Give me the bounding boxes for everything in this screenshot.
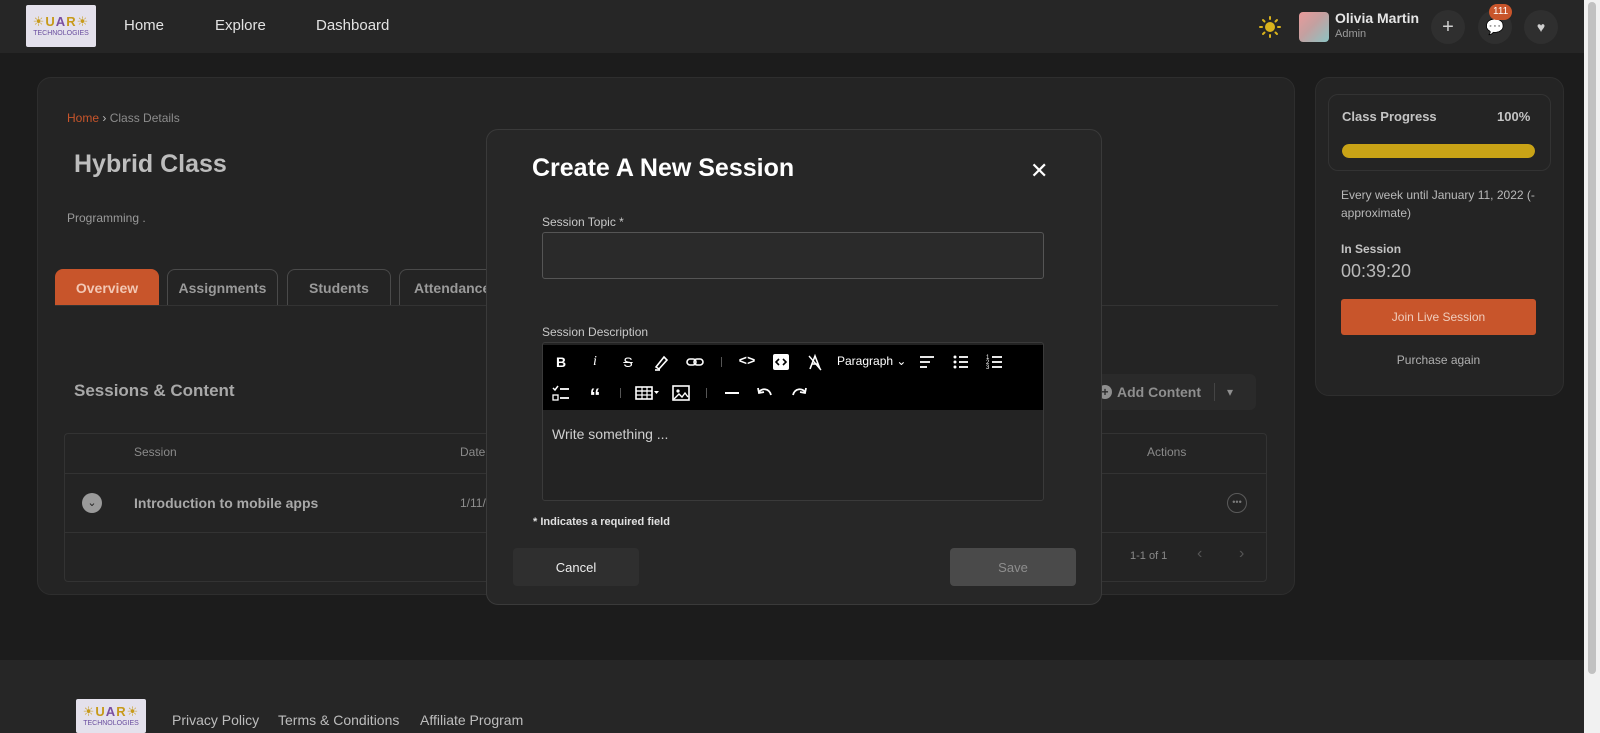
code-block-icon[interactable] xyxy=(771,352,791,372)
tab-students[interactable]: Students xyxy=(287,269,391,305)
logo-text: A xyxy=(55,13,67,29)
session-topic-input[interactable] xyxy=(542,232,1044,279)
class-subject: Programming . xyxy=(67,211,146,225)
join-live-session-button[interactable]: Join Live Session xyxy=(1341,299,1536,335)
table-row-title: Introduction to mobile apps xyxy=(134,495,319,511)
heart-icon: ♥ xyxy=(1536,19,1546,35)
breadcrumb-home-link[interactable]: Home xyxy=(67,111,99,125)
breadcrumb: Home › Class Details xyxy=(67,111,180,125)
italic-icon[interactable]: i xyxy=(585,352,605,372)
scrollbar-thumb[interactable] xyxy=(1588,2,1596,674)
footer-link-affiliate[interactable]: Affiliate Program xyxy=(420,712,523,728)
chevron-down-icon: ⌄ xyxy=(896,354,907,368)
paragraph-label: Paragraph xyxy=(837,354,894,368)
image-icon[interactable] xyxy=(671,383,691,403)
logo-subtext: TECHNOLOGIES xyxy=(83,719,139,727)
blockquote-icon[interactable]: “ xyxy=(585,383,605,409)
align-left-icon[interactable] xyxy=(917,352,937,372)
user-name[interactable]: Olivia Martin xyxy=(1335,10,1419,26)
bullet-list-icon[interactable] xyxy=(951,352,971,372)
progress-bar-fill xyxy=(1342,144,1535,158)
brand-logo[interactable]: ☀UAR☀ TECHNOLOGIES xyxy=(26,5,96,47)
session-description-label: Session Description xyxy=(542,325,649,339)
footer-link-terms[interactable]: Terms & Conditions xyxy=(278,712,399,728)
code-icon[interactable]: <> xyxy=(737,352,757,372)
purchase-again-link[interactable]: Purchase again xyxy=(1341,353,1536,367)
task-list-icon[interactable] xyxy=(551,383,571,403)
strikethrough-icon[interactable]: S xyxy=(618,352,638,372)
tab-overview[interactable]: Overview xyxy=(55,269,159,305)
next-page-chevron-icon[interactable]: › xyxy=(1239,545,1244,563)
close-icon[interactable]: ✕ xyxy=(1030,158,1048,184)
column-header-actions: Actions xyxy=(1147,445,1187,459)
add-content-label: Add Content xyxy=(1117,384,1201,400)
add-button[interactable]: + xyxy=(1431,10,1465,44)
section-title: Sessions & Content xyxy=(74,381,235,400)
progress-bar xyxy=(1342,144,1535,158)
notification-badge: 111 xyxy=(1489,4,1513,20)
user-avatar[interactable] xyxy=(1299,12,1329,42)
plus-icon: + xyxy=(1442,15,1454,38)
favorites-button[interactable]: ♥ xyxy=(1524,10,1558,44)
tab-attendance[interactable]: Attendance xyxy=(399,269,494,305)
clear-format-icon[interactable] xyxy=(805,352,825,372)
chat-icon: 💬 xyxy=(1485,19,1505,36)
logo-text: R☀ xyxy=(66,13,90,29)
page-title: Hybrid Class xyxy=(74,150,227,178)
nav-link-explore[interactable]: Explore xyxy=(215,17,266,34)
logo-text: A xyxy=(105,703,117,719)
theme-toggle-sun-icon[interactable] xyxy=(1259,16,1281,38)
logo-text: ☀U xyxy=(82,703,106,719)
logo-text: ☀U xyxy=(32,13,56,29)
breadcrumb-separator-icon: › xyxy=(102,111,107,125)
editor-placeholder: Write something ... xyxy=(552,426,669,442)
footer-logo[interactable]: ☀UAR☀ TECHNOLOGIES xyxy=(76,699,146,733)
numbered-list-icon[interactable]: 123 xyxy=(985,352,1005,372)
session-timer: 00:39:20 xyxy=(1341,261,1412,281)
in-session-label: In Session xyxy=(1341,242,1402,256)
required-field-note: * Indicates a required field xyxy=(533,516,670,528)
column-header-date: Date xyxy=(460,445,486,459)
undo-icon[interactable] xyxy=(755,383,775,403)
progress-box xyxy=(1328,94,1551,171)
horizontal-rule-icon[interactable] xyxy=(722,383,742,403)
breadcrumb-current: Class Details xyxy=(109,111,180,125)
button-divider xyxy=(1213,383,1215,401)
footer-link-privacy[interactable]: Privacy Policy xyxy=(172,712,259,728)
table-icon[interactable] xyxy=(635,383,661,403)
schedule-text: Every week until January 11, 2022 (- app… xyxy=(1341,188,1535,220)
prev-page-chevron-icon[interactable]: ‹ xyxy=(1197,545,1202,563)
toolbar-separator xyxy=(721,357,722,367)
nav-link-dashboard[interactable]: Dashboard xyxy=(316,17,389,34)
row-actions-more-icon[interactable]: ••• xyxy=(1227,493,1247,513)
expand-row-chevron-icon[interactable]: ⌄ xyxy=(82,493,102,513)
pagination-info: 1-1 of 1 xyxy=(1130,550,1168,562)
paragraph-format-dropdown[interactable]: Paragraph ⌄ xyxy=(837,354,906,368)
highlight-icon[interactable] xyxy=(651,352,671,372)
user-role: Admin xyxy=(1335,28,1367,40)
chevron-down-icon[interactable]: ▾ xyxy=(1227,385,1233,399)
bold-icon[interactable]: B xyxy=(551,352,571,372)
session-topic-label: Session Topic * xyxy=(542,215,624,229)
add-content-button[interactable]: + Add Content ▾ xyxy=(1086,374,1256,410)
cancel-button[interactable]: Cancel xyxy=(513,548,639,586)
column-header-session: Session xyxy=(134,445,177,459)
toolbar-separator xyxy=(620,388,621,398)
modal-title: Create A New Session xyxy=(532,154,795,182)
progress-label: Class Progress xyxy=(1342,109,1437,124)
save-button[interactable]: Save xyxy=(950,548,1076,586)
tab-assignments[interactable]: Assignments xyxy=(167,269,278,305)
svg-text:3: 3 xyxy=(986,365,990,371)
link-icon[interactable] xyxy=(685,352,705,372)
toolbar-separator xyxy=(706,388,707,398)
progress-value: 100% xyxy=(1497,109,1531,124)
redo-icon[interactable] xyxy=(789,383,809,403)
logo-text: R☀ xyxy=(116,703,140,719)
nav-link-home[interactable]: Home xyxy=(124,17,164,34)
logo-subtext: TECHNOLOGIES xyxy=(33,29,89,37)
page-scrollbar[interactable] xyxy=(1584,0,1600,733)
